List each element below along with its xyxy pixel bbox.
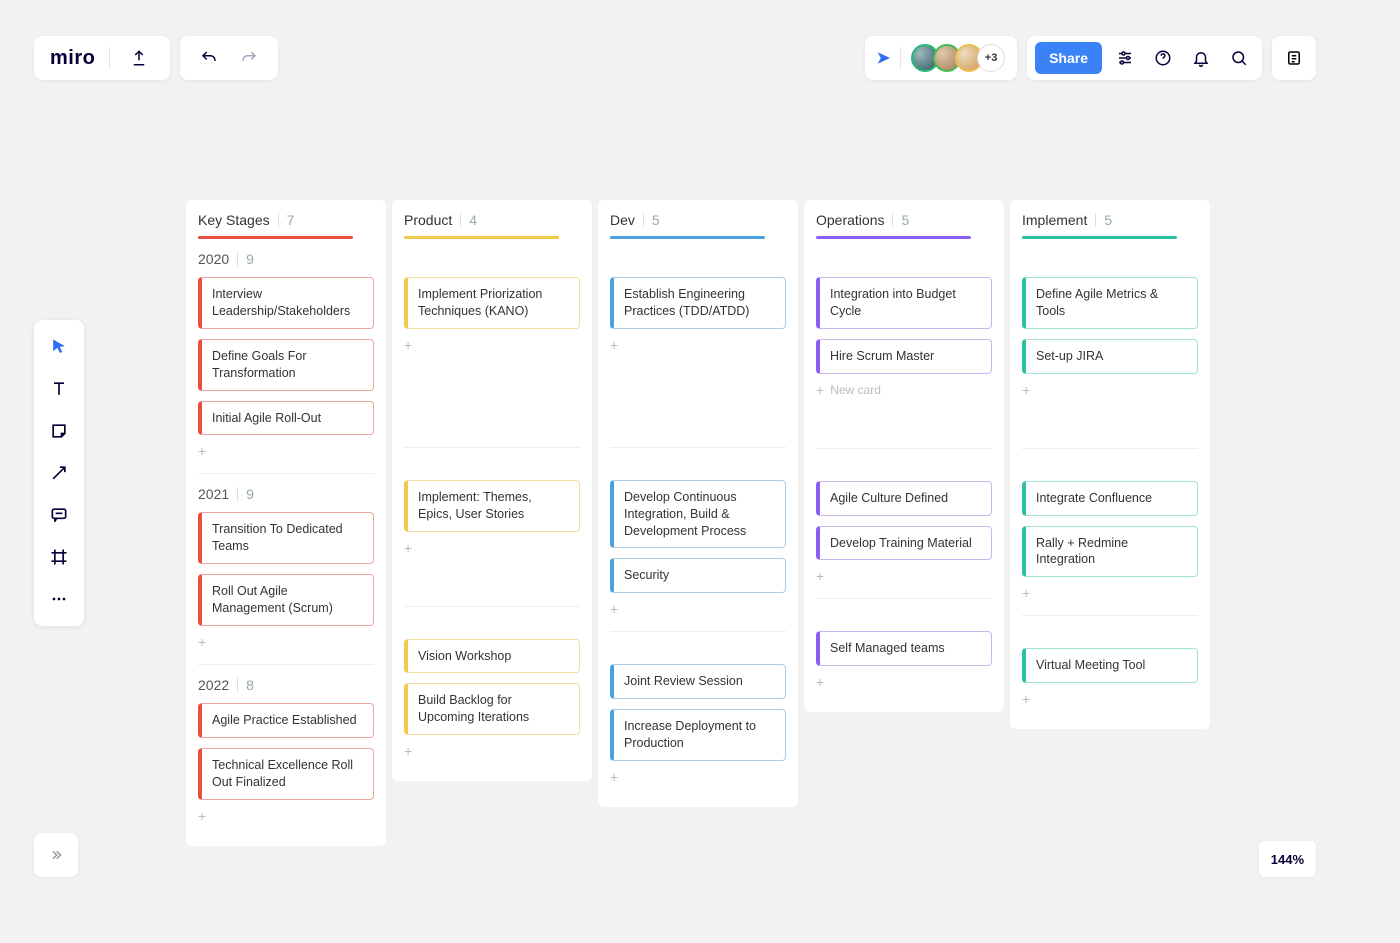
kanban-card[interactable]: Vision Workshop xyxy=(404,639,580,674)
divider xyxy=(900,47,901,69)
column-operations: Operations 5 Integration into Budget Cyc… xyxy=(804,200,1004,712)
arrow-tool[interactable] xyxy=(40,454,78,492)
column-title[interactable]: Product xyxy=(404,212,452,228)
kanban-card[interactable]: Hire Scrum Master xyxy=(816,339,992,374)
app-logo[interactable]: miro xyxy=(50,47,95,70)
column-count: 4 xyxy=(469,212,477,228)
year-label: 2021 xyxy=(198,486,229,502)
kanban-card[interactable]: Implement: Themes, Epics, User Stories xyxy=(404,480,580,532)
kanban-card[interactable]: Virtual Meeting Tool xyxy=(1022,648,1198,683)
add-card-button[interactable]: + xyxy=(1022,691,1198,707)
logo-panel: miro xyxy=(34,36,170,80)
bell-icon[interactable] xyxy=(1186,43,1216,73)
add-card-button[interactable]: + xyxy=(816,674,992,690)
settings-icon[interactable] xyxy=(1110,43,1140,73)
add-card-button[interactable]: + xyxy=(198,443,374,459)
avatar-stack[interactable]: +3 xyxy=(911,44,1005,72)
kanban-card[interactable]: Roll Out Agile Management (Scrum) xyxy=(198,574,374,626)
left-toolbar xyxy=(34,320,84,626)
kanban-card[interactable]: Technical Excellence Roll Out Finalized xyxy=(198,748,374,800)
add-card-button[interactable]: +New card xyxy=(816,382,992,398)
column-title[interactable]: Key Stages xyxy=(198,212,270,228)
add-card-button[interactable]: + xyxy=(198,634,374,650)
column-count: 5 xyxy=(1104,212,1112,228)
select-tool[interactable] xyxy=(40,328,78,366)
kanban-card[interactable]: Define Goals For Transformation xyxy=(198,339,374,391)
comment-tool[interactable] xyxy=(40,496,78,534)
kanban-card[interactable]: Agile Practice Established xyxy=(198,703,374,738)
kanban-board: Key Stages 7 2020 9 Interview Leadership… xyxy=(186,200,1210,846)
notes-button[interactable] xyxy=(1272,36,1316,80)
kanban-card[interactable]: Develop Continuous Integration, Build & … xyxy=(610,480,786,549)
column-title[interactable]: Implement xyxy=(1022,212,1087,228)
share-button[interactable]: Share xyxy=(1035,42,1102,74)
avatar-more[interactable]: +3 xyxy=(977,44,1005,72)
export-icon[interactable] xyxy=(124,43,154,73)
year-header: 2022 8 xyxy=(198,677,374,693)
search-icon[interactable] xyxy=(1224,43,1254,73)
help-icon[interactable] xyxy=(1148,43,1178,73)
kanban-card[interactable]: Implement Priorization Techniques (KANO) xyxy=(404,277,580,329)
kanban-card[interactable]: Transition To Dedicated Teams xyxy=(198,512,374,564)
undo-icon[interactable] xyxy=(194,43,224,73)
column-key-stages: Key Stages 7 2020 9 Interview Leadership… xyxy=(186,200,386,846)
year-header: 2020 9 xyxy=(198,251,374,267)
add-card-button[interactable]: + xyxy=(404,743,580,759)
more-tools[interactable] xyxy=(40,580,78,618)
kanban-card[interactable]: Integrate Confluence xyxy=(1022,481,1198,516)
add-card-button[interactable]: + xyxy=(404,337,580,353)
column-product: Product 4 Implement Priorization Techniq… xyxy=(392,200,592,781)
history-panel xyxy=(180,36,278,80)
column-count: 7 xyxy=(287,212,295,228)
kanban-card[interactable]: Agile Culture Defined xyxy=(816,481,992,516)
kanban-card[interactable]: Establish Engineering Practices (TDD/ATD… xyxy=(610,277,786,329)
year-count: 9 xyxy=(246,251,254,267)
add-card-button[interactable]: + xyxy=(610,601,786,617)
add-card-label: New card xyxy=(830,383,881,397)
column-count: 5 xyxy=(652,212,660,228)
kanban-card[interactable]: Self Managed teams xyxy=(816,631,992,666)
frame-tool[interactable] xyxy=(40,538,78,576)
column-count: 5 xyxy=(901,212,909,228)
kanban-card[interactable]: Set-up JIRA xyxy=(1022,339,1198,374)
column-implement: Implement 5 Define Agile Metrics & Tools… xyxy=(1010,200,1210,729)
collaborators-panel: ➤ +3 xyxy=(865,36,1017,80)
kanban-card[interactable]: Build Backlog for Upcoming Iterations xyxy=(404,683,580,735)
cursor-icon[interactable]: ➤ xyxy=(877,48,890,68)
redo-icon[interactable] xyxy=(234,43,264,73)
kanban-card[interactable]: Define Agile Metrics & Tools xyxy=(1022,277,1198,329)
add-card-button[interactable]: + xyxy=(404,540,580,556)
sticky-note-tool[interactable] xyxy=(40,412,78,450)
text-tool[interactable] xyxy=(40,370,78,408)
add-card-button[interactable]: + xyxy=(610,337,786,353)
year-label: 2020 xyxy=(198,251,229,267)
kanban-card[interactable]: Initial Agile Roll-Out xyxy=(198,401,374,436)
kanban-card[interactable]: Joint Review Session xyxy=(610,664,786,699)
column-title[interactable]: Operations xyxy=(816,212,884,228)
expand-panel-button[interactable] xyxy=(34,833,78,877)
year-count: 9 xyxy=(246,486,254,502)
zoom-level[interactable]: 144% xyxy=(1259,841,1316,877)
column-dev: Dev 5 Establish Engineering Practices (T… xyxy=(598,200,798,807)
kanban-card[interactable]: Develop Training Material xyxy=(816,526,992,561)
year-label: 2022 xyxy=(198,677,229,693)
kanban-card[interactable]: Rally + Redmine Integration xyxy=(1022,526,1198,578)
kanban-card[interactable]: Increase Deployment to Production xyxy=(610,709,786,761)
year-count: 8 xyxy=(246,677,254,693)
divider xyxy=(109,47,110,69)
add-card-button[interactable]: + xyxy=(1022,585,1198,601)
year-header: 2021 9 xyxy=(198,486,374,502)
kanban-card[interactable]: Integration into Budget Cycle xyxy=(816,277,992,329)
actions-panel: Share xyxy=(1027,36,1262,80)
kanban-card[interactable]: Security xyxy=(610,558,786,593)
kanban-card[interactable]: Interview Leadership/Stakeholders xyxy=(198,277,374,329)
add-card-button[interactable]: + xyxy=(198,808,374,824)
add-card-button[interactable]: + xyxy=(816,568,992,584)
column-title[interactable]: Dev xyxy=(610,212,635,228)
add-card-button[interactable]: + xyxy=(1022,382,1198,398)
add-card-button[interactable]: + xyxy=(610,769,786,785)
